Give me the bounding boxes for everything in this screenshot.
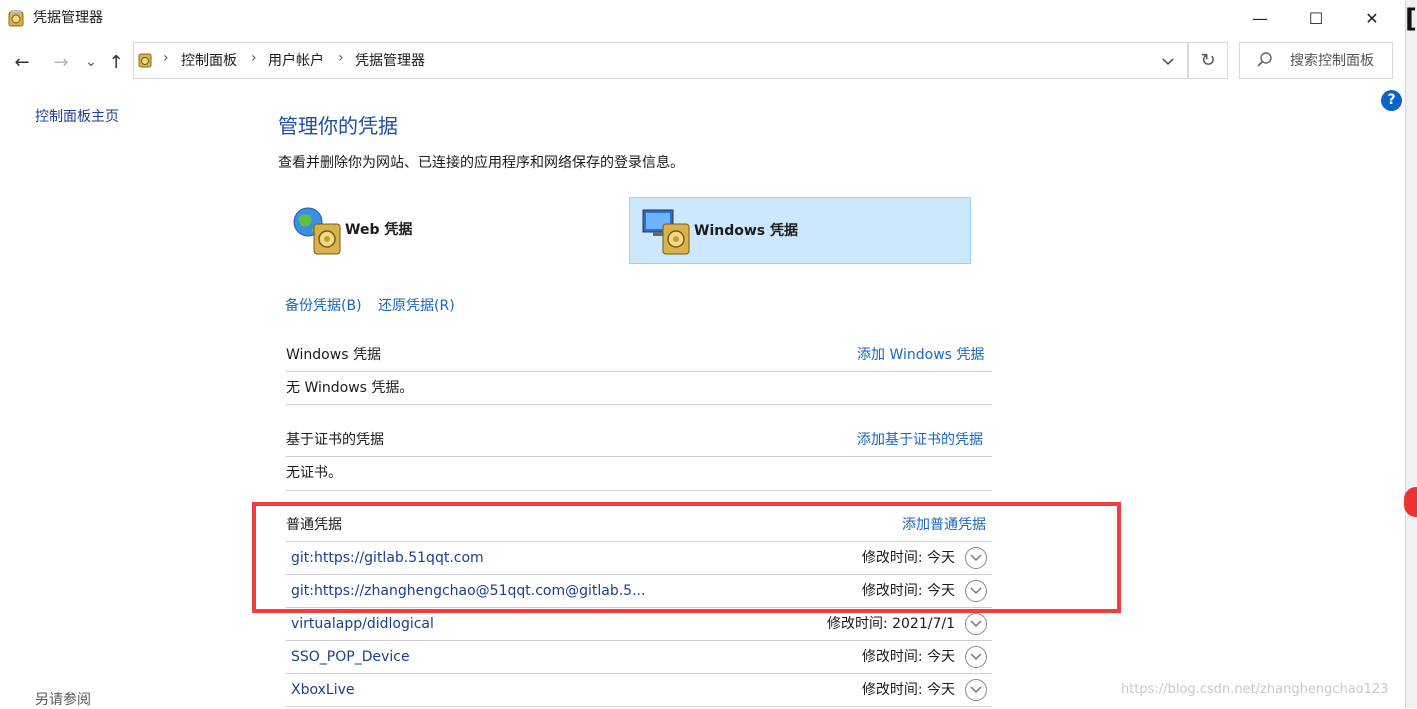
expand-button[interactable] — [965, 646, 987, 668]
address-dropdown-button[interactable] — [1156, 48, 1180, 76]
breadcrumb-separator: › — [338, 50, 344, 66]
window-title: 凭据管理器 — [33, 10, 103, 26]
back-button[interactable]: ← — [10, 48, 34, 76]
up-button[interactable]: ↑ — [104, 48, 128, 76]
divider — [286, 706, 992, 707]
minimize-button[interactable]: — — [1237, 0, 1283, 36]
credential-modified: 修改时间: 2021/7/1 — [826, 616, 955, 632]
adjacent-window-red-shape — [1404, 487, 1417, 517]
chevron-down-icon — [970, 620, 982, 628]
breadcrumb-separator: › — [163, 50, 169, 66]
divider — [286, 404, 992, 405]
web-credentials-tile[interactable]: Web 凭据 — [284, 197, 584, 264]
breadcrumb-control-panel[interactable]: 控制面板 — [181, 52, 237, 70]
expand-button[interactable] — [965, 679, 987, 701]
breadcrumb-user-accounts[interactable]: 用户帐户 — [268, 52, 324, 70]
certificate-empty-text: 无证书。 — [286, 465, 342, 481]
page-description: 查看并删除你为网站、已连接的应用程序和网络保存的登录信息。 — [278, 155, 684, 171]
help-icon[interactable]: ? — [1381, 90, 1402, 111]
add-windows-credential-link[interactable]: 添加 Windows 凭据 — [857, 345, 984, 365]
adjacent-window-bracket: [ — [1405, 4, 1417, 34]
credential-manager-icon — [8, 10, 24, 27]
restore-credentials-link[interactable]: 还原凭据(R) — [378, 296, 455, 316]
add-certificate-credential-link[interactable]: 添加基于证书的凭据 — [857, 430, 983, 450]
search-placeholder: 搜索控制面板 — [1290, 53, 1374, 69]
close-button[interactable]: ✕ — [1349, 0, 1395, 36]
windows-credentials-label: Windows 凭据 — [694, 223, 798, 239]
backup-credentials-link[interactable]: 备份凭据(B) — [285, 296, 362, 316]
credential-modified: 修改时间: 今天 — [861, 682, 955, 698]
chevron-down-icon — [1162, 58, 1174, 66]
title-bar — [0, 0, 1405, 38]
breadcrumb-separator: › — [251, 50, 257, 66]
chevron-down-icon — [970, 653, 982, 661]
web-credentials-label: Web 凭据 — [345, 222, 413, 238]
expand-button[interactable] — [965, 613, 987, 635]
search-icon — [1257, 52, 1272, 67]
maximize-button[interactable]: ☐ — [1293, 0, 1339, 36]
windows-credentials-icon — [642, 209, 690, 255]
divider — [286, 456, 992, 457]
chevron-down-icon — [970, 686, 982, 694]
certificate-credentials-section-title: 基于证书的凭据 — [286, 432, 384, 448]
page-title: 管理你的凭据 — [278, 114, 398, 138]
credential-modified: 修改时间: 今天 — [861, 649, 955, 665]
divider — [286, 490, 992, 491]
windows-credentials-tile[interactable]: Windows 凭据 — [629, 197, 971, 264]
credential-name[interactable]: virtualapp/didlogical — [291, 614, 434, 634]
highlight-annotation-box — [252, 502, 1121, 613]
see-also-heading: 另请参阅 — [35, 692, 91, 708]
watermark: https://blog.csdn.net/zhanghengchao123 — [1121, 682, 1389, 697]
forward-button[interactable]: → — [49, 48, 73, 76]
credential-name[interactable]: SSO_POP_Device — [291, 647, 410, 667]
credential-name[interactable]: XboxLive — [291, 680, 355, 700]
recent-locations-button[interactable]: ⌄ — [79, 48, 103, 76]
windows-credentials-section-title: Windows 凭据 — [286, 347, 381, 363]
refresh-button[interactable]: ↻ — [1188, 42, 1228, 79]
control-panel-home-link[interactable]: 控制面板主页 — [35, 107, 119, 127]
adjacent-window-edge — [1405, 0, 1417, 708]
windows-credentials-empty-text: 无 Windows 凭据。 — [286, 380, 414, 396]
web-credentials-icon — [293, 207, 341, 255]
breadcrumb-credential-manager[interactable]: 凭据管理器 — [355, 52, 425, 70]
divider — [286, 371, 992, 372]
credential-manager-icon — [138, 53, 152, 68]
